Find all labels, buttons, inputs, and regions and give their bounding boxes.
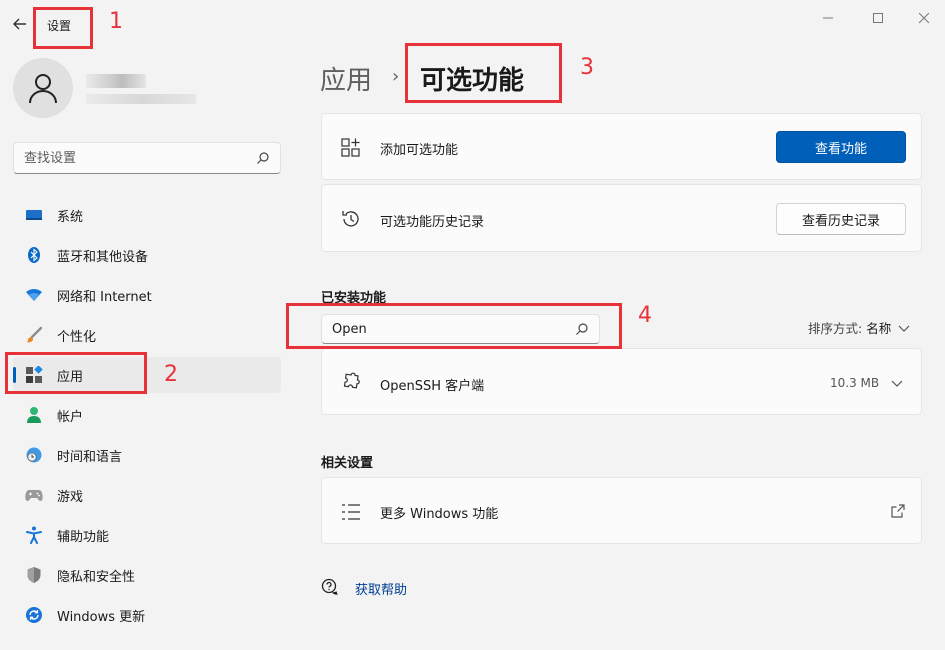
annotation-box-4 — [286, 303, 622, 349]
help-chat-icon — [321, 578, 338, 595]
chevron-down-icon — [898, 325, 910, 332]
update-icon — [25, 606, 43, 624]
list-icon — [342, 504, 360, 520]
nav-item-system[interactable]: 系统 — [13, 197, 281, 233]
system-icon — [25, 206, 43, 224]
view-history-button[interactable]: 查看历史记录 — [776, 203, 906, 235]
minimize-icon[interactable] — [818, 8, 838, 28]
annotation-box-1 — [33, 7, 93, 49]
clock-globe-icon — [25, 446, 43, 464]
annotation-number-1: 1 — [109, 9, 123, 34]
profile-email-redacted — [86, 94, 196, 104]
view-features-button[interactable]: 查看功能 — [776, 131, 906, 163]
feature-name: OpenSSH 客户端 — [380, 379, 485, 394]
more-windows-features-label: 更多 Windows 功能 — [380, 507, 499, 522]
external-link-icon — [891, 504, 905, 518]
back-arrow-icon[interactable] — [10, 14, 30, 34]
add-feature-icon — [341, 138, 360, 157]
add-feature-label: 添加可选功能 — [380, 143, 459, 158]
close-icon[interactable] — [914, 8, 934, 28]
annotation-number-2: 2 — [164, 362, 178, 387]
nav-item-windows-update[interactable]: Windows 更新 — [13, 597, 281, 633]
installed-feature-row[interactable]: OpenSSH 客户端 10.3 MB — [321, 348, 922, 415]
feature-size: 10.3 MB — [830, 376, 880, 390]
get-help[interactable]: 获取帮助 — [321, 578, 407, 598]
sort-label: 排序方式: — [808, 321, 863, 336]
nav-item-accessibility[interactable]: 辅助功能 — [13, 517, 281, 553]
more-windows-features-row[interactable]: 更多 Windows 功能 — [321, 477, 922, 544]
wifi-icon — [25, 286, 43, 304]
sort-dropdown[interactable]: 排序方式: 名称 — [808, 318, 911, 337]
breadcrumb-parent[interactable]: 应用 — [320, 60, 372, 97]
nav-item-network[interactable]: 网络和 Internet — [13, 277, 281, 313]
bluetooth-icon — [25, 246, 43, 264]
settings-search-input[interactable] — [24, 150, 256, 166]
gamepad-icon — [25, 486, 43, 504]
profile-name-redacted — [86, 74, 146, 88]
annotation-box-2 — [5, 352, 147, 394]
add-feature-card: 添加可选功能 查看功能 — [321, 113, 922, 180]
avatar[interactable] — [13, 58, 73, 118]
nav-item-gaming[interactable]: 游戏 — [13, 477, 281, 513]
get-help-link[interactable]: 获取帮助 — [355, 579, 407, 598]
title-bar: 设置 — [0, 0, 945, 40]
nav-item-personalization[interactable]: 个性化 — [13, 317, 281, 353]
annotation-box-3 — [405, 43, 562, 103]
feature-history-label: 可选功能历史记录 — [380, 215, 485, 230]
sort-value: 名称 — [866, 321, 892, 336]
related-settings-heading: 相关设置 — [321, 456, 374, 471]
puzzle-icon — [343, 372, 360, 389]
feature-history-card: 可选功能历史记录 查看历史记录 — [321, 184, 922, 252]
search-icon[interactable] — [256, 151, 270, 165]
shield-icon — [25, 566, 43, 584]
annotation-number-3: 3 — [580, 55, 594, 80]
nav-item-accounts[interactable]: 帐户 — [13, 397, 281, 433]
breadcrumb-separator: › — [392, 66, 400, 87]
brush-icon — [25, 326, 43, 344]
accessibility-icon — [25, 526, 43, 544]
chevron-down-icon[interactable] — [890, 378, 904, 388]
account-icon — [25, 406, 43, 424]
nav-item-bluetooth[interactable]: 蓝牙和其他设备 — [13, 237, 281, 273]
annotation-number-4: 4 — [638, 303, 652, 328]
nav-item-time-language[interactable]: 时间和语言 — [13, 437, 281, 473]
user-icon — [29, 74, 57, 104]
history-icon — [342, 211, 359, 227]
nav-item-privacy[interactable]: 隐私和安全性 — [13, 557, 281, 593]
settings-search-box[interactable] — [13, 142, 281, 174]
maximize-icon[interactable] — [868, 8, 888, 28]
